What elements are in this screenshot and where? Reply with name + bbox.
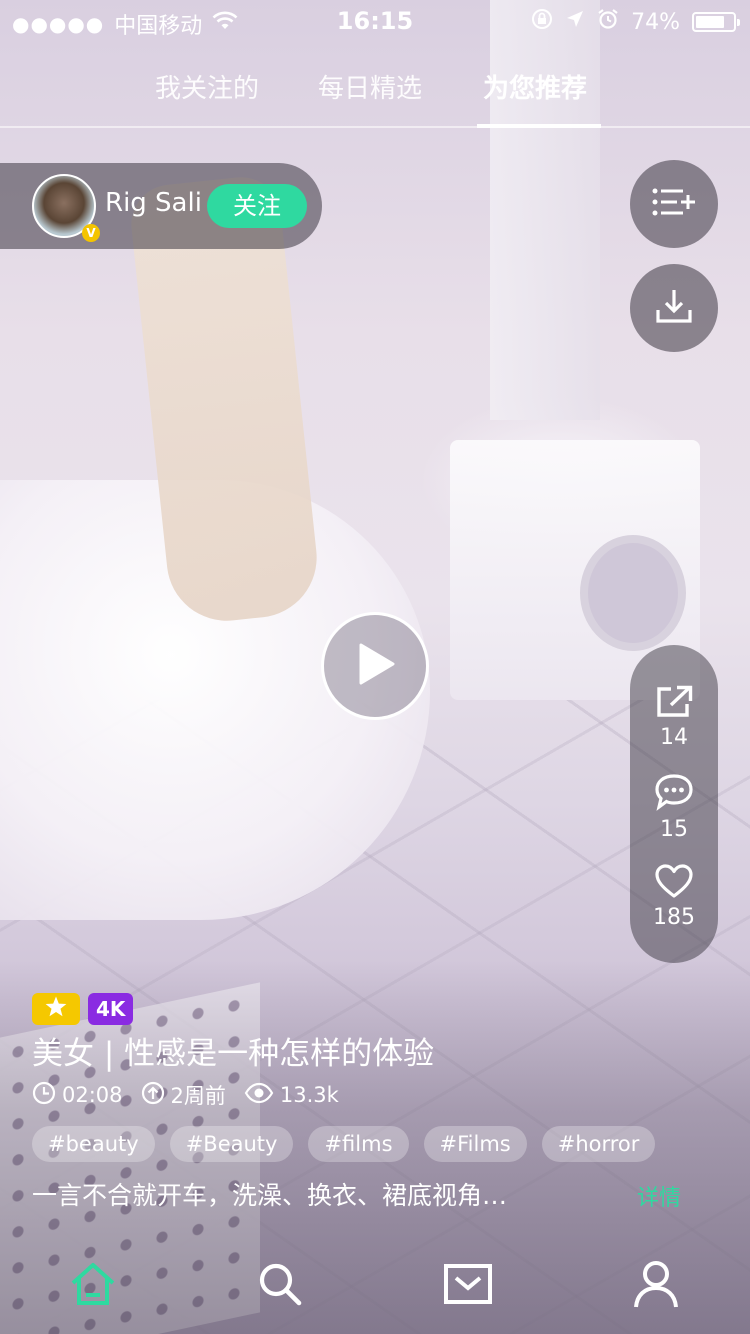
share-icon bbox=[655, 685, 693, 723]
tag-chip[interactable]: #beauty bbox=[32, 1126, 155, 1162]
play-icon bbox=[353, 641, 397, 691]
share-button[interactable]: 14 bbox=[630, 685, 718, 750]
battery-percent: 74% bbox=[631, 9, 680, 35]
nav-profile[interactable] bbox=[626, 1258, 686, 1314]
tag-chip[interactable]: #horror bbox=[541, 1126, 656, 1162]
heart-icon bbox=[654, 864, 694, 903]
tab-daily-picks[interactable]: 每日精选 bbox=[318, 68, 422, 105]
video-duration: 02:08 bbox=[62, 1083, 123, 1107]
video-description: 一言不合就开车，洗澡、换衣、裙底视角… bbox=[32, 1181, 508, 1210]
tab-recommended[interactable]: 为您推荐 bbox=[483, 68, 587, 105]
author-bar: V Rig Sali 关注 bbox=[0, 163, 322, 249]
comment-icon bbox=[654, 774, 694, 815]
share-count: 14 bbox=[660, 725, 688, 750]
profile-icon bbox=[632, 1259, 680, 1313]
inbox-icon bbox=[443, 1263, 493, 1309]
nav-search[interactable] bbox=[250, 1258, 310, 1314]
search-icon bbox=[256, 1260, 304, 1312]
like-count: 185 bbox=[653, 905, 695, 930]
playlist-add-icon bbox=[652, 187, 696, 221]
tabs-divider bbox=[0, 126, 750, 128]
battery-icon bbox=[692, 12, 740, 32]
star-icon bbox=[44, 995, 68, 1023]
comment-count: 15 bbox=[660, 817, 688, 842]
action-column: 14 15 185 bbox=[630, 645, 718, 963]
verified-badge: V bbox=[82, 224, 100, 242]
author-name[interactable]: Rig Sali bbox=[105, 188, 202, 218]
home-icon bbox=[68, 1261, 118, 1311]
nav-inbox[interactable] bbox=[438, 1258, 498, 1314]
tab-following[interactable]: 我关注的 bbox=[155, 68, 259, 105]
play-button[interactable] bbox=[321, 612, 429, 720]
view-count: 13.3k bbox=[279, 1083, 339, 1107]
video-feed-screen: ●●●●● 中国移动 16:15 74% 我关注的 每日精选 为您推荐 V Ri… bbox=[0, 0, 750, 1334]
upload-time: 2周前 bbox=[170, 1084, 226, 1108]
alarm-icon bbox=[597, 8, 619, 36]
details-link[interactable]: 详情 bbox=[637, 1180, 681, 1212]
follow-button[interactable]: 关注 bbox=[207, 184, 307, 228]
top-tabs: 我关注的 每日精选 为您推荐 bbox=[0, 60, 750, 128]
nav-home[interactable] bbox=[63, 1258, 123, 1314]
video-meta: 02:08 2周前 13.3k bbox=[32, 1080, 339, 1110]
upload-icon bbox=[141, 1081, 165, 1110]
tag-chip[interactable]: #films bbox=[308, 1126, 409, 1162]
download-button[interactable] bbox=[630, 264, 718, 352]
quality-badges: 4K bbox=[32, 993, 134, 1025]
clock-icon bbox=[32, 1081, 56, 1110]
like-button[interactable]: 185 bbox=[630, 863, 718, 930]
4k-badge: 4K bbox=[88, 993, 134, 1025]
tag-chip[interactable]: #Films bbox=[423, 1126, 527, 1162]
tag-list: #beauty #Beauty #films #Films #horror bbox=[32, 1126, 656, 1162]
rotation-lock-icon bbox=[531, 8, 553, 36]
status-bar: ●●●●● 中国移动 16:15 74% bbox=[0, 0, 750, 40]
video-title: 美女 | 性感是一种怎样的体验 bbox=[32, 1036, 435, 1072]
comment-button[interactable]: 15 bbox=[630, 773, 718, 842]
eye-icon bbox=[244, 1082, 274, 1109]
add-to-playlist-button[interactable] bbox=[630, 160, 718, 248]
bottom-nav bbox=[0, 1234, 750, 1334]
download-icon bbox=[655, 288, 693, 328]
location-icon bbox=[565, 9, 585, 35]
tag-chip[interactable]: #Beauty bbox=[169, 1126, 294, 1162]
featured-badge bbox=[32, 993, 80, 1025]
